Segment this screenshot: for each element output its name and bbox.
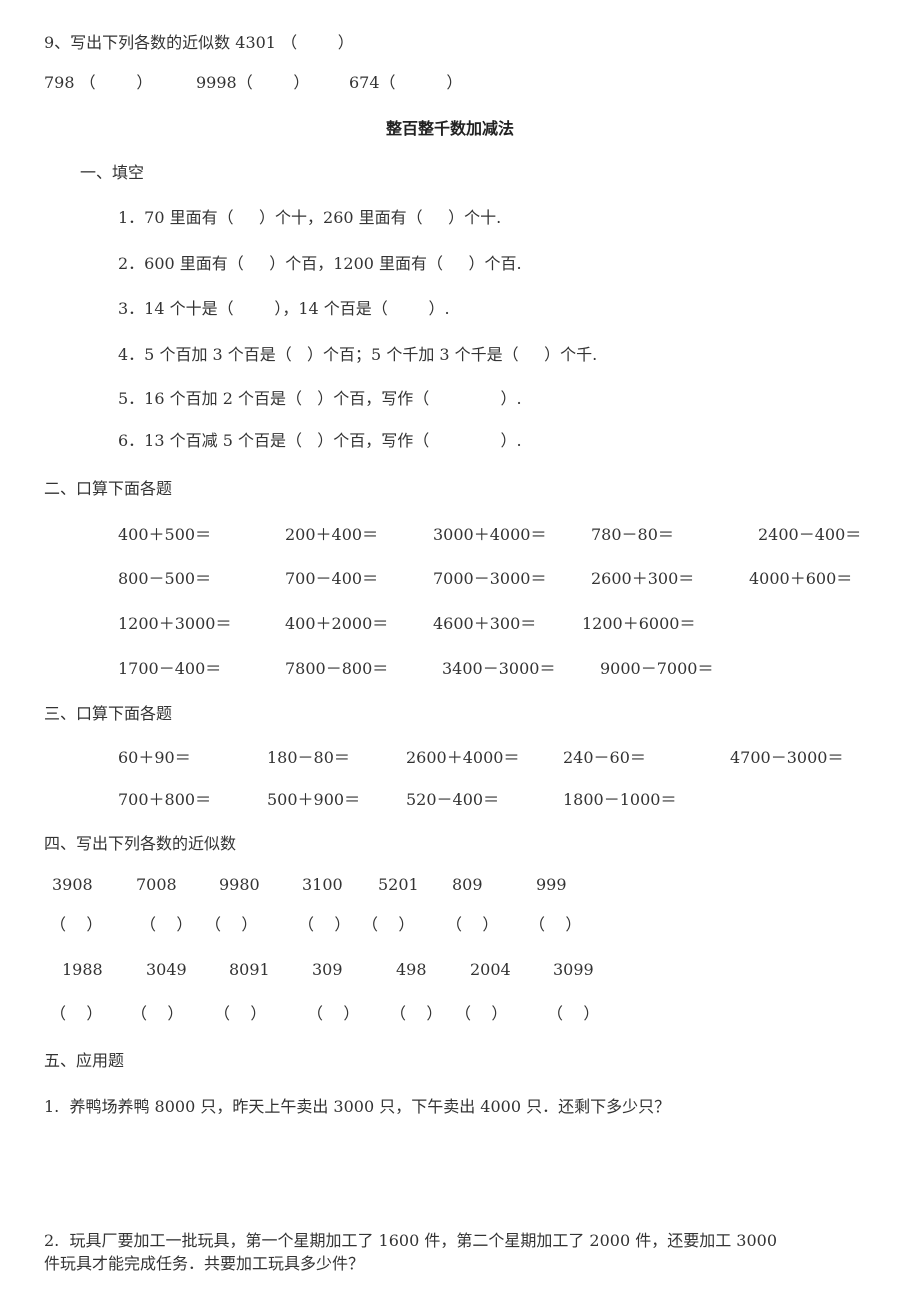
word-problem-2-cont: 件玩具才能完成任务．共要加工玩具多少件？ xyxy=(44,1254,365,1273)
calc-item: 180－80＝ xyxy=(267,748,350,767)
calc-item: 1200＋6000＝ xyxy=(582,614,696,633)
approx-number: 3099 xyxy=(553,960,594,979)
q9-item-798: 798 （ ） xyxy=(44,73,153,92)
q9-item-9998: 9998（ ） xyxy=(196,73,310,92)
section1-heading: 一、填空 xyxy=(80,163,145,182)
word-problem-2: 2. 玩具厂要加工一批玩具，第一个星期加工了 1600 件，第二个星期加工了 2… xyxy=(44,1231,778,1250)
calc-item: 7000－3000＝ xyxy=(433,569,547,588)
answer-blank: （ ） xyxy=(298,915,351,934)
calc-item: 700＋800＝ xyxy=(118,790,212,809)
answer-blank: （ ） xyxy=(50,915,103,934)
approx-number: 5201 xyxy=(378,875,419,894)
fill-item-6: 6．13 个百减 5 个百是（ ）个百，写作（ ）. xyxy=(118,431,522,450)
calc-item: 240－60＝ xyxy=(563,748,646,767)
calc-item: 2600＋300＝ xyxy=(591,569,695,588)
fill-item-3: 3．14 个十是（ ），14 个百是（ ）. xyxy=(118,299,450,318)
calc-item: 1200＋3000＝ xyxy=(118,614,232,633)
approx-number: 1988 xyxy=(62,960,103,979)
approx-number: 2004 xyxy=(470,960,511,979)
approx-number: 7008 xyxy=(136,875,177,894)
approx-number: 9980 xyxy=(219,875,260,894)
calc-item: 2400－400＝ xyxy=(758,525,862,544)
answer-blank: （ ） xyxy=(205,915,258,934)
section2-heading: 二、口算下面各题 xyxy=(44,479,173,498)
answer-blank: （ ） xyxy=(455,1004,508,1023)
approx-number: 999 xyxy=(536,875,567,894)
approx-number: 3908 xyxy=(52,875,93,894)
fill-item-5: 5．16 个百加 2 个百是（ ）个百，写作（ ）. xyxy=(118,389,522,408)
word-problem-1: 1. 养鸭场养鸭 8000 只，昨天上午卖出 3000 只，下午卖出 4000 … xyxy=(44,1097,671,1116)
answer-blank: （ ） xyxy=(50,1004,103,1023)
answer-blank: （ ） xyxy=(307,1004,360,1023)
section3-heading: 三、口算下面各题 xyxy=(44,704,173,723)
answer-blank: （ ） xyxy=(390,1004,443,1023)
calc-item: 800－500＝ xyxy=(118,569,212,588)
page-title: 整百整千数加减法 xyxy=(386,119,515,138)
calc-item: 1800－1000＝ xyxy=(563,790,677,809)
calc-item: 9000－7000＝ xyxy=(600,659,714,678)
approx-number: 809 xyxy=(452,875,483,894)
calc-item: 3000＋4000＝ xyxy=(433,525,547,544)
calc-item: 780－80＝ xyxy=(591,525,674,544)
q9-item-674: 674（ ） xyxy=(349,73,463,92)
question-9-line: 9、写出下列各数的近似数 4301 （ ） xyxy=(44,33,354,52)
approx-number: 8091 xyxy=(229,960,270,979)
answer-blank: （ ） xyxy=(362,915,415,934)
calc-item: 4600＋300＝ xyxy=(433,614,537,633)
calc-item: 500＋900＝ xyxy=(267,790,361,809)
answer-blank: （ ） xyxy=(140,915,193,934)
calc-item: 200＋400＝ xyxy=(285,525,379,544)
approx-number: 3100 xyxy=(302,875,343,894)
calc-item: 400＋2000＝ xyxy=(285,614,389,633)
fill-item-1: 1．70 里面有（ ）个十，260 里面有（ ）个十. xyxy=(118,208,502,227)
answer-blank: （ ） xyxy=(446,915,499,934)
calc-item: 520－400＝ xyxy=(406,790,500,809)
approx-number: 498 xyxy=(396,960,427,979)
calc-item: 700－400＝ xyxy=(285,569,379,588)
approx-number: 3049 xyxy=(146,960,187,979)
calc-item: 4000＋600＝ xyxy=(749,569,853,588)
calc-item: 2600＋4000＝ xyxy=(406,748,520,767)
calc-item: 7800－800＝ xyxy=(285,659,389,678)
calc-item: 3400－3000＝ xyxy=(442,659,556,678)
section4-heading: 四、写出下列各数的近似数 xyxy=(44,834,237,853)
calc-item: 4700－3000＝ xyxy=(730,748,844,767)
fill-item-4: 4．5 个百加 3 个百是（ ）个百；5 个千加 3 个千是（ ）个千. xyxy=(118,345,598,364)
answer-blank: （ ） xyxy=(214,1004,267,1023)
answer-blank: （ ） xyxy=(547,1004,600,1023)
answer-blank: （ ） xyxy=(529,915,582,934)
calc-item: 1700－400＝ xyxy=(118,659,222,678)
section5-heading: 五、应用题 xyxy=(44,1051,125,1070)
calc-item: 400＋500＝ xyxy=(118,525,212,544)
answer-blank: （ ） xyxy=(131,1004,184,1023)
fill-item-2: 2．600 里面有（ ）个百，1200 里面有（ ）个百. xyxy=(118,254,522,273)
approx-number: 309 xyxy=(312,960,343,979)
calc-item: 60＋90＝ xyxy=(118,748,191,767)
